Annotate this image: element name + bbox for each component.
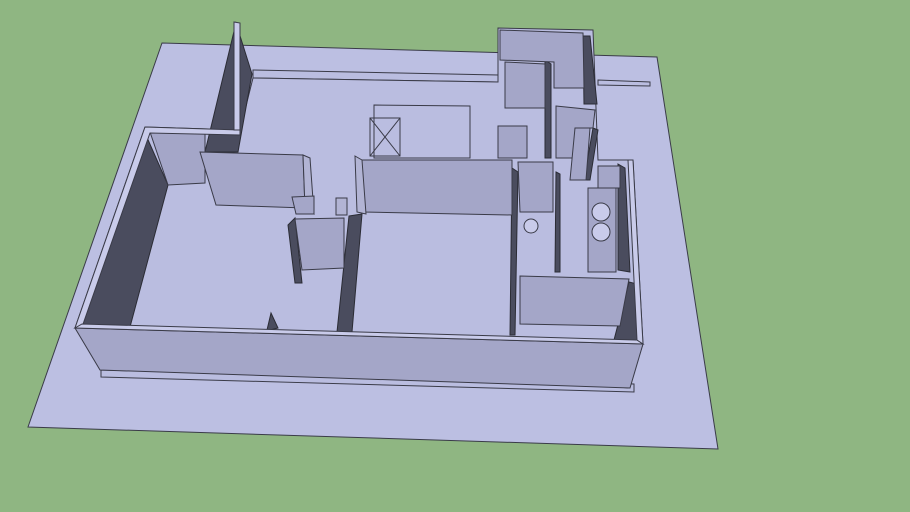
upper-room-inner-wall <box>504 61 546 109</box>
se-room-back-wall <box>519 275 630 327</box>
top-tower <box>233 21 241 131</box>
shower-wall <box>597 165 621 189</box>
closet-back-wall <box>294 217 345 271</box>
toilet-icon <box>523 218 539 234</box>
upper-left-lower-wall <box>497 125 528 159</box>
center-divider-wall <box>199 151 306 209</box>
scene-viewport <box>0 0 910 512</box>
living-back-wall <box>359 159 513 216</box>
closet-right-shadow <box>554 171 561 273</box>
bath-back-wall <box>517 161 554 213</box>
closet-post <box>335 197 348 216</box>
closet-top-wall <box>291 195 315 215</box>
model-svg <box>27 21 719 450</box>
upper-tower-shadow2 <box>544 59 552 159</box>
sink-top-icon <box>591 202 611 222</box>
sink-bottom-icon <box>591 222 611 242</box>
